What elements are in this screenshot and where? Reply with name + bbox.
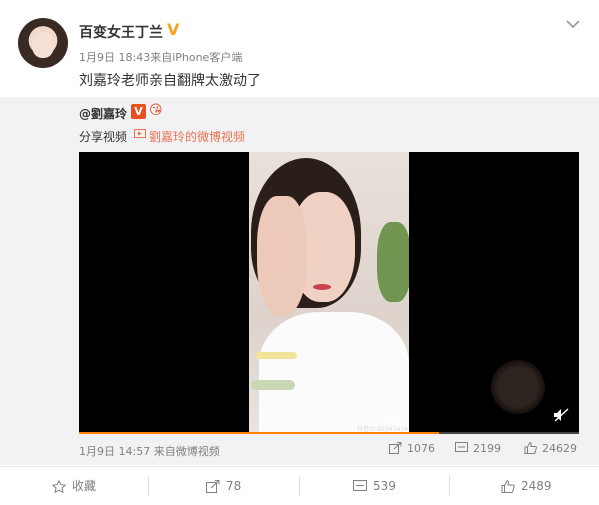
video-meta: 1月9日 14:57 来自微博视频	[79, 445, 220, 458]
thumbs-up-icon	[524, 441, 537, 454]
share-label: 分享视频	[79, 130, 128, 144]
video-player[interactable]: ♪ 抖音 抖音ID:92347434	[79, 152, 579, 434]
avatar[interactable]	[18, 18, 68, 68]
video-progress-fill	[79, 432, 439, 434]
action-divider	[449, 476, 450, 496]
comment-button[interactable]: 539	[353, 467, 396, 505]
video-repost-count[interactable]: 1076	[389, 442, 435, 455]
like-count: 2489	[521, 479, 552, 493]
comment-icon	[353, 480, 367, 491]
original-author[interactable]: @劉嘉玲	[79, 105, 127, 122]
action-divider	[299, 476, 300, 496]
original-verified-icon: V	[131, 104, 146, 119]
favorite-button[interactable]: 收藏	[51, 467, 97, 505]
like-button[interactable]: 2489	[501, 467, 552, 505]
comment-icon	[455, 442, 468, 452]
video-repost-value: 1076	[407, 442, 435, 455]
video-frame: ♪ 抖音 抖音ID:92347434	[249, 152, 409, 434]
kiss-emoji-icon: 😘	[149, 103, 163, 118]
video-progress-bar[interactable]	[79, 432, 579, 434]
action-divider	[148, 476, 149, 496]
repost-icon	[206, 480, 220, 493]
share-video-link[interactable]: 劉嘉玲的微博视频	[149, 128, 245, 145]
thumbs-up-icon	[501, 480, 515, 493]
chevron-down-icon[interactable]	[565, 16, 581, 32]
video-like-count[interactable]: 24629	[524, 441, 577, 455]
mute-icon[interactable]	[553, 408, 569, 422]
post-text: 刘嘉玲老师亲自翻牌太激动了	[79, 73, 261, 89]
post-meta: 1月9日 18:43来自iPhone客户端	[79, 51, 243, 64]
favorite-label: 收藏	[72, 479, 97, 493]
weibo-post-card: 百变女王丁兰 V 1月9日 18:43来自iPhone客户端 刘嘉玲老师亲自翻牌…	[0, 0, 599, 505]
video-comment-count[interactable]: 2199	[455, 442, 501, 455]
video-like-value: 24629	[542, 442, 577, 455]
post-username[interactable]: 百变女王丁兰	[79, 22, 163, 42]
video-link-icon	[134, 129, 146, 138]
verified-icon: V	[167, 20, 180, 39]
repost-button[interactable]: 78	[206, 467, 241, 505]
repost-icon	[389, 442, 402, 454]
comment-count: 539	[373, 479, 396, 493]
star-icon	[51, 479, 67, 494]
repost-count: 78	[226, 479, 242, 493]
overlay-thumbnail	[491, 360, 545, 414]
video-comment-value: 2199	[473, 442, 501, 455]
